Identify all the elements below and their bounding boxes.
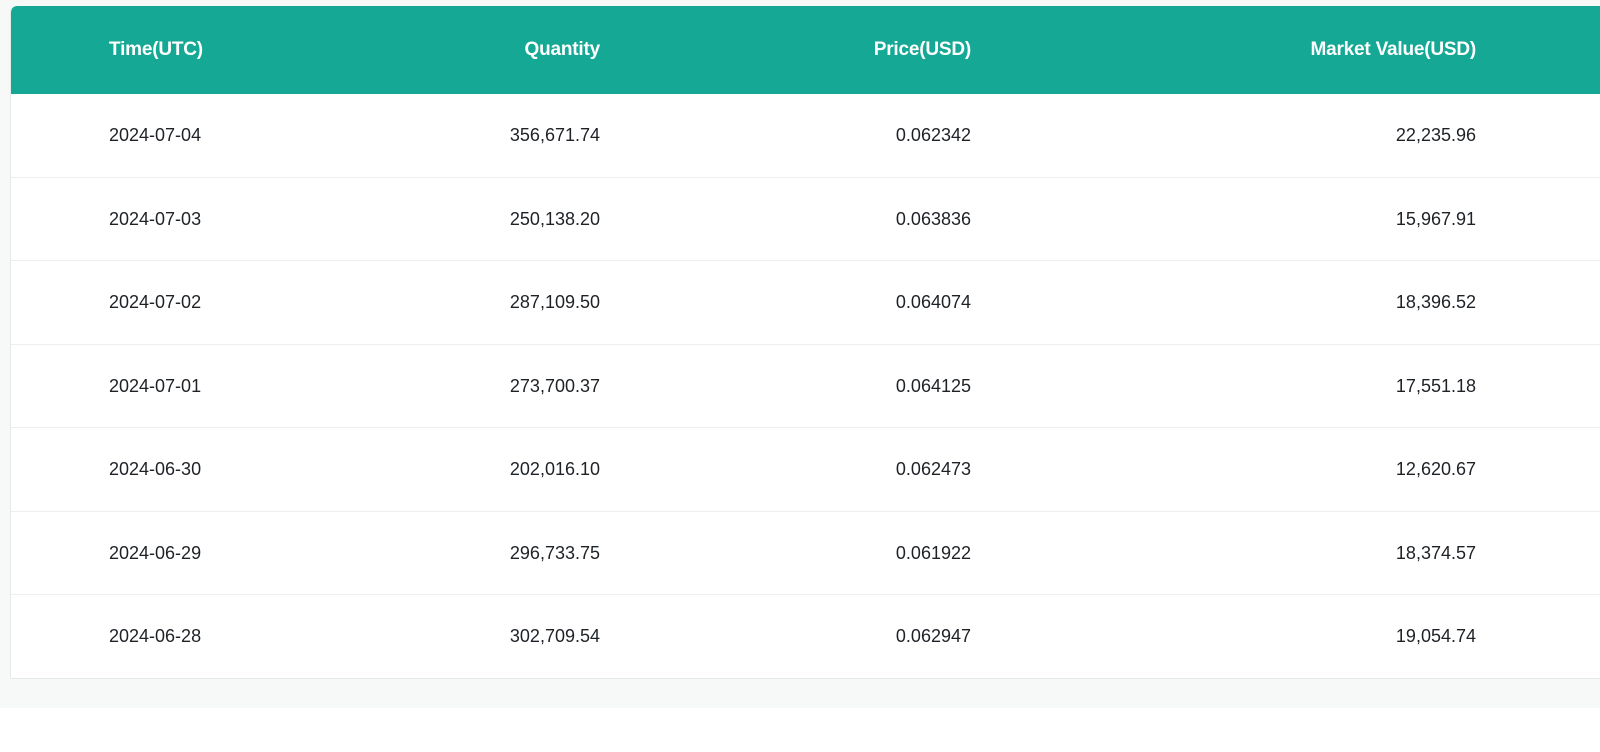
cell-quantity: 250,138.20 (509, 208, 600, 229)
cell-quantity: 273,700.37 (509, 375, 600, 396)
cell-price: 0.063836 (895, 208, 971, 229)
table-row: 2024-07-01 273,700.37 0.064125 17,551.18 (11, 345, 1600, 428)
cell-price: 0.064125 (895, 375, 971, 396)
column-header-market-value: Market Value(USD) (1310, 39, 1476, 60)
table-body: 2024-07-04 356,671.74 0.062342 22,235.96… (11, 94, 1600, 678)
cell-quantity: 296,733.75 (509, 542, 600, 563)
cell-time: 2024-07-04 (109, 125, 202, 145)
table-row: 2024-06-28 302,709.54 0.062947 19,054.74 (11, 595, 1600, 678)
cell-time: 2024-06-29 (109, 542, 202, 563)
cell-price: 0.062342 (895, 125, 971, 145)
cell-quantity: 302,709.54 (509, 626, 600, 646)
cell-time: 2024-07-01 (109, 375, 202, 396)
table-panel: Time(UTC) Quantity Price(USD) Market Val… (0, 0, 1600, 708)
column-header-quantity: Quantity (524, 39, 601, 60)
table-row: 2024-07-03 250,138.20 0.063836 15,967.91 (11, 178, 1600, 261)
cell-time: 2024-06-30 (109, 459, 202, 479)
cell-market-value: 18,396.52 (1395, 292, 1476, 312)
cell-time: 2024-06-28 (109, 626, 202, 646)
data-table: Time(UTC) Quantity Price(USD) Market Val… (10, 6, 1600, 679)
cell-time: 2024-07-03 (109, 208, 202, 229)
cell-price: 0.064074 (895, 292, 971, 312)
cell-price: 0.061922 (895, 542, 971, 563)
table-header: Time(UTC) Quantity Price(USD) Market Val… (11, 6, 1600, 94)
column-header-price: Price(USD) (873, 39, 971, 60)
cell-price: 0.062947 (895, 626, 971, 646)
table-row: 2024-06-30 202,016.10 0.062473 12,620.67 (11, 428, 1600, 512)
cell-market-value: 22,235.96 (1395, 125, 1476, 145)
cell-time: 2024-07-02 (109, 292, 202, 312)
cell-quantity: 202,016.10 (509, 459, 600, 479)
cell-quantity: 356,671.74 (509, 125, 600, 145)
cell-market-value: 18,374.57 (1395, 542, 1476, 563)
table-row: 2024-06-29 296,733.75 0.061922 18,374.57 (11, 512, 1600, 595)
cell-market-value: 15,967.91 (1395, 208, 1476, 229)
cell-market-value: 12,620.67 (1395, 459, 1476, 479)
cell-price: 0.062473 (895, 459, 971, 479)
cell-quantity: 287,109.50 (509, 292, 600, 312)
cell-market-value: 19,054.74 (1395, 626, 1476, 646)
column-header-time: Time(UTC) (109, 39, 203, 60)
cell-market-value: 17,551.18 (1395, 375, 1476, 396)
table-row: 2024-07-04 356,671.74 0.062342 22,235.96 (11, 94, 1600, 178)
table-row: 2024-07-02 287,109.50 0.064074 18,396.52 (11, 261, 1600, 345)
